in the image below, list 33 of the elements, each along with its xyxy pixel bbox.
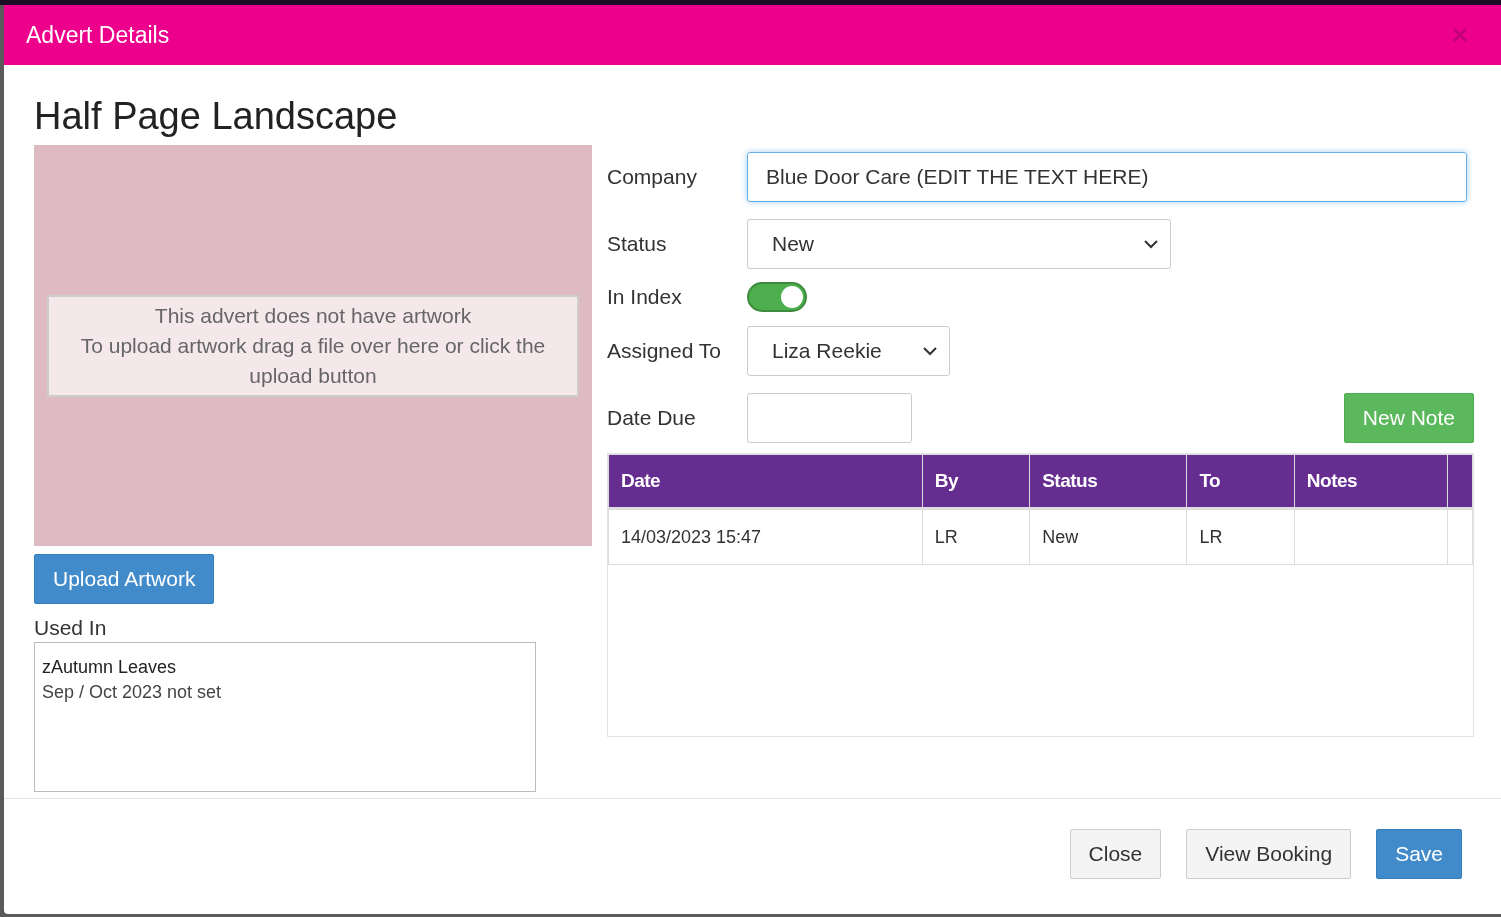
- issue-detail: Sep / Oct 2023 not set: [42, 682, 223, 703]
- artwork-dropzone[interactable]: This advert does not have artwork To upload artwork drag a file over here or click the upload button: [34, 145, 592, 546]
- company-input[interactable]: Blue Door Care (EDIT THE TEXT HERE): [747, 152, 1467, 202]
- table-cell: 14/03/2023 15:47: [608, 508, 923, 565]
- column-header: Notes: [1294, 454, 1448, 509]
- advert-heading: Half Page Landscape: [34, 94, 399, 139]
- column-header: By: [922, 454, 1030, 509]
- close-icon[interactable]: [1451, 26, 1469, 44]
- table-cell: LR: [1186, 508, 1295, 565]
- field-label: In Index: [607, 285, 683, 309]
- toggle-switch[interactable]: [747, 282, 807, 312]
- table-cell: New: [1029, 508, 1187, 565]
- upload-artwork-button[interactable]: Upload Artwork: [34, 554, 215, 604]
- column-header: To: [1186, 454, 1295, 509]
- table-cell: LR: [922, 508, 1030, 565]
- save-button[interactable]: Save: [1376, 829, 1462, 879]
- dropdown[interactable]: New: [747, 219, 1171, 269]
- date-input[interactable]: [747, 393, 912, 443]
- column-header: Date: [608, 454, 923, 509]
- no-artwork-message: This advert does not have artwork To upload artwork drag a file over here or click the upload button: [47, 294, 579, 397]
- caret-icon: [1144, 239, 1158, 249]
- field-label: Date Due: [607, 406, 697, 430]
- used-in-label: Used In: [34, 616, 108, 640]
- column-header: Status: [1029, 454, 1187, 509]
- dialog-title: Advert Details: [26, 21, 170, 49]
- issue-title: zAutumn Leaves: [42, 657, 178, 678]
- footer-button[interactable]: Close: [1069, 829, 1162, 879]
- footer-button[interactable]: View Booking: [1186, 829, 1352, 879]
- field-label: Assigned To: [607, 339, 723, 363]
- field-label: Company: [607, 165, 698, 189]
- caret-icon: [923, 346, 937, 356]
- field-label: Status: [607, 232, 668, 256]
- dropdown[interactable]: Liza Reekie: [747, 326, 950, 376]
